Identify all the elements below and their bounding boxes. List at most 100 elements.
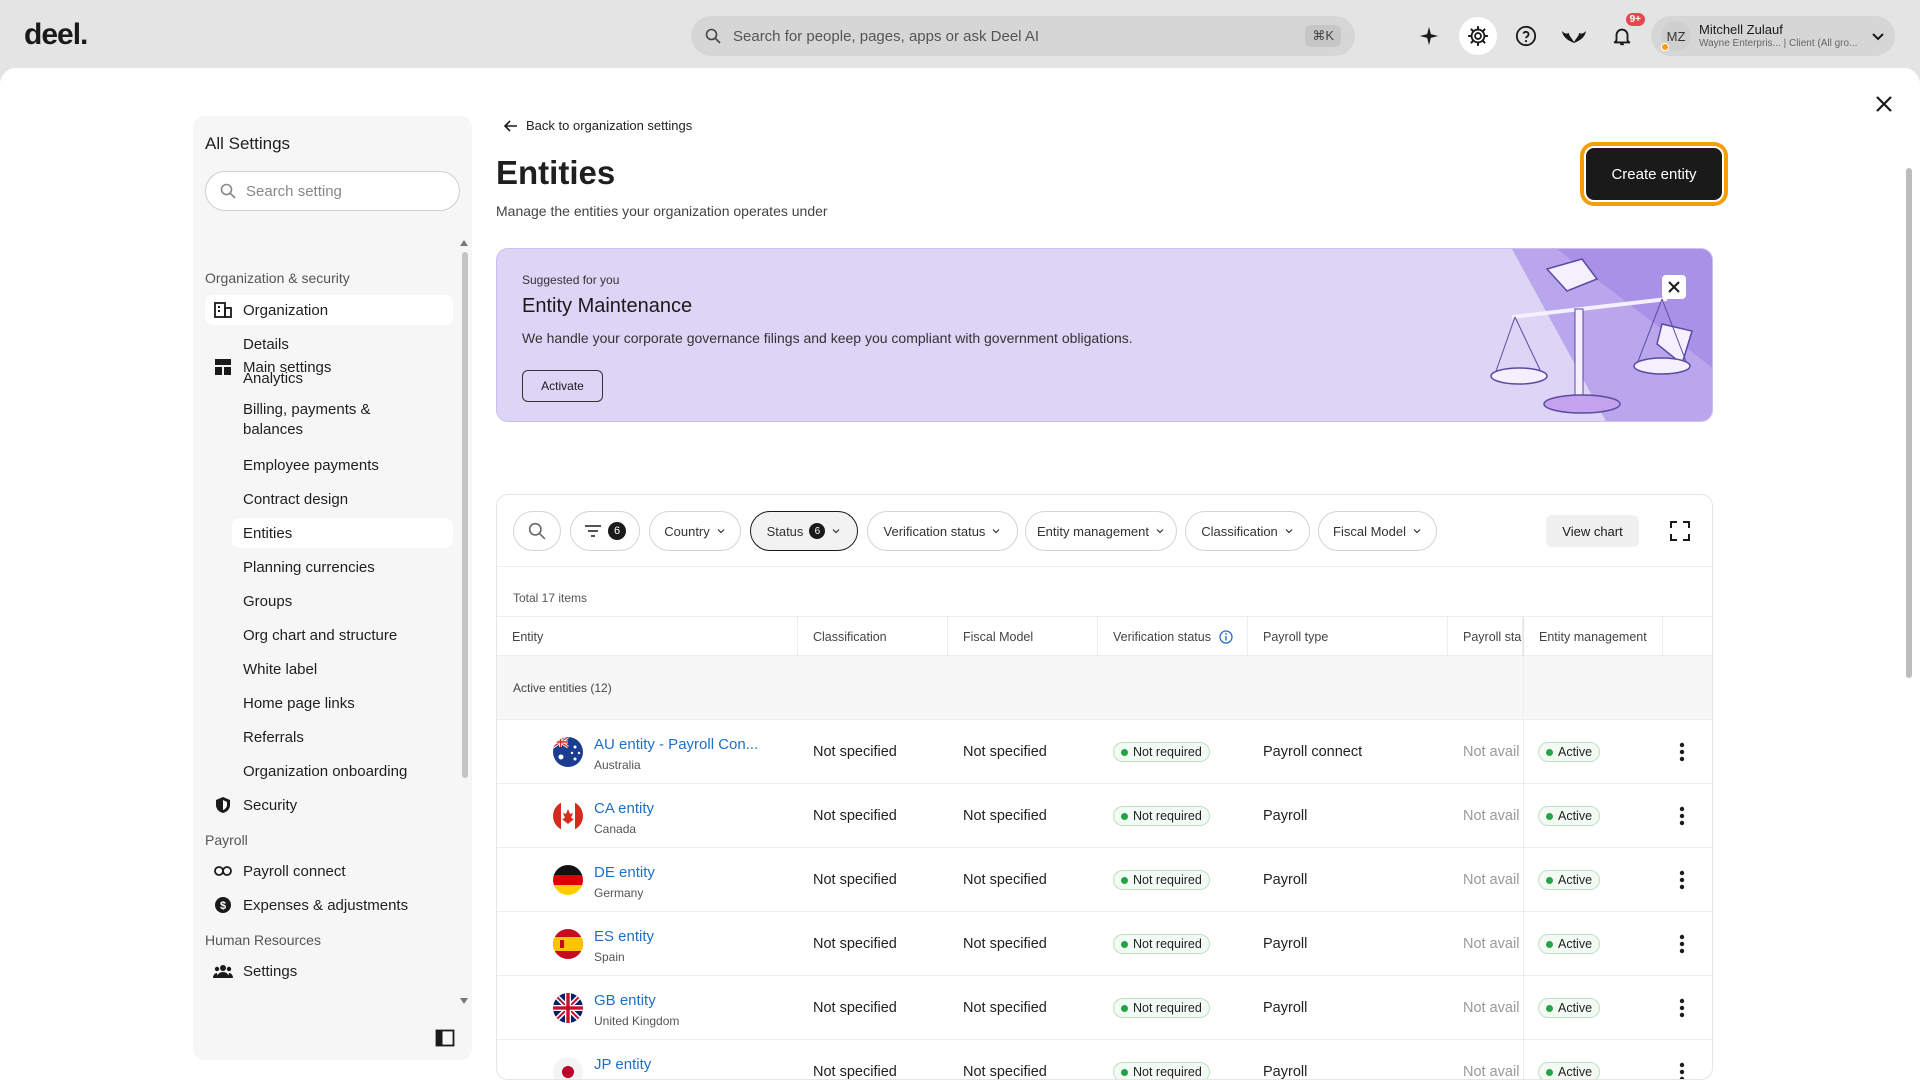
status-dot — [1546, 748, 1553, 756]
sidebar-item-details[interactable]: Details — [205, 329, 453, 359]
entity-name-link[interactable]: DE entity — [594, 864, 655, 881]
column-header-classification[interactable]: Classification — [798, 617, 948, 657]
sidebar-item-groups[interactable]: Groups — [205, 586, 453, 616]
deel-logo[interactable]: deel. — [24, 18, 88, 52]
entity-name-link[interactable]: JP entity — [594, 1056, 651, 1073]
sidebar-item-label: Entities — [243, 524, 293, 542]
group-row-active: Active entities (12) — [497, 656, 1712, 720]
row-actions-kebab-icon[interactable] — [1679, 870, 1685, 890]
filters-button[interactable]: 6 — [570, 511, 640, 551]
sidebar-scrollbar[interactable] — [460, 240, 468, 780]
user-menu[interactable]: MZ Mitchell Zulauf Wayne Enterpris... | … — [1651, 16, 1895, 56]
table-row[interactable]: CA entity Canada Not specified Not specifie… — [497, 784, 1712, 848]
row-actions-kebab-icon[interactable] — [1679, 998, 1685, 1018]
settings-button[interactable] — [1459, 17, 1497, 55]
scroll-up-arrow-icon[interactable] — [460, 240, 468, 246]
activate-button[interactable]: Activate — [522, 370, 603, 402]
table-row[interactable]: DE entity Germany Not specified Not specifi… — [497, 848, 1712, 912]
sidebar-item-billing[interactable]: Billing, payments & balances — [205, 398, 405, 442]
people-icon — [213, 965, 233, 978]
page-subtitle: Manage the entities your organization op… — [496, 203, 828, 219]
table-search-button[interactable] — [513, 511, 561, 551]
sidebar-collapse-icon[interactable] — [435, 1028, 455, 1048]
banner-title: Entity Maintenance — [522, 295, 693, 317]
cell-verification-status: Not required — [1098, 912, 1248, 976]
sidebar-item-contract-design[interactable]: Contract design — [205, 484, 453, 514]
chip-label: Status — [766, 523, 804, 539]
row-actions-kebab-icon[interactable] — [1679, 934, 1685, 954]
entity-name-link[interactable]: GB entity — [594, 992, 656, 1009]
sidebar-item-org-chart[interactable]: Org chart and structure — [205, 620, 453, 650]
sidebar-item-entities[interactable]: Entities — [232, 518, 453, 548]
column-header-fiscal-model[interactable]: Fiscal Model — [948, 617, 1098, 657]
fiscal-model-filter-chip[interactable]: Fiscal Model — [1318, 511, 1437, 551]
column-header-payroll-status[interactable]: Payroll sta — [1448, 617, 1523, 657]
cell-payroll-type: Payroll — [1263, 936, 1308, 952]
column-header-payroll-type[interactable]: Payroll type — [1248, 617, 1448, 657]
status-dot — [1546, 876, 1553, 884]
ai-sparkle-button[interactable] — [1410, 17, 1448, 55]
sidebar-item-home-page-links[interactable]: Home page links — [205, 688, 453, 718]
page-scrollbar[interactable] — [1906, 160, 1914, 680]
page-scroll-thumb[interactable] — [1906, 168, 1912, 678]
verification-status-filter-chip[interactable]: Verification status — [867, 511, 1018, 551]
entity-name-link[interactable]: CA entity — [594, 800, 654, 817]
table-row[interactable]: JP entityJapanNot specifiedNot specified… — [497, 1040, 1712, 1080]
help-button[interactable] — [1507, 17, 1545, 55]
row-actions-kebab-icon[interactable] — [1679, 742, 1685, 762]
scroll-down-arrow-icon[interactable] — [460, 998, 468, 1004]
sidebar-item-payroll-connect[interactable]: Payroll connect — [205, 856, 453, 886]
section-human-resources: Human Resources — [205, 932, 321, 948]
classification-filter-chip[interactable]: Classification — [1185, 511, 1310, 551]
back-to-org-settings-link[interactable]: Back to organization settings — [504, 118, 692, 133]
entity-name-link[interactable]: ES entity — [594, 928, 654, 945]
batman-button[interactable] — [1555, 17, 1593, 55]
sidebar-item-analytics[interactable]: Analytics — [205, 363, 453, 393]
sidebar-item-label: Planning currencies — [243, 558, 375, 576]
table-row[interactable]: AU entity - Payroll Con... Australia Not s… — [497, 720, 1712, 784]
sidebar-item-organization[interactable]: Organization — [205, 295, 453, 325]
japan-flag-icon — [553, 1057, 583, 1079]
sidebar-item-label: Analytics — [243, 369, 304, 387]
cell-payroll-type: Payroll — [1263, 1000, 1308, 1016]
column-header-entity[interactable]: Entity — [497, 617, 798, 657]
chevron-down-icon — [1156, 529, 1164, 534]
info-icon[interactable] — [1219, 630, 1233, 644]
avatar-status-dot — [1661, 43, 1669, 51]
column-header-verification-status[interactable]: Verification status — [1098, 617, 1248, 657]
sidebar-item-white-label[interactable]: White label — [205, 654, 453, 684]
sidebar-scroll-thumb[interactable] — [462, 252, 468, 778]
row-actions-kebab-icon[interactable] — [1679, 806, 1685, 826]
cell-classification: Not specified — [813, 744, 897, 760]
sidebar-item-planning-currencies[interactable]: Planning currencies — [205, 552, 453, 582]
create-entity-button[interactable]: Create entity — [1584, 146, 1724, 202]
pill-label: Not required — [1133, 745, 1202, 759]
notifications-button[interactable]: 9+ — [1603, 13, 1645, 55]
avatar: MZ — [1661, 21, 1691, 51]
close-icon[interactable] — [1872, 92, 1896, 116]
banner-close-button[interactable] — [1662, 275, 1686, 299]
setting-search-input[interactable]: Search setting — [205, 171, 460, 211]
status-filter-chip[interactable]: Status 6 — [750, 511, 858, 551]
entity-management-filter-chip[interactable]: Entity management — [1025, 511, 1177, 551]
table-row[interactable]: GB entity United Kingdom Not specified Not … — [497, 976, 1712, 1040]
row-actions-kebab-icon[interactable] — [1679, 1062, 1685, 1080]
sidebar-item-security[interactable]: Security — [205, 790, 453, 820]
sidebar-item-employee-payments[interactable]: Employee payments — [205, 450, 453, 480]
country-filter-chip[interactable]: Country — [649, 511, 741, 551]
sidebar-item-referrals[interactable]: Referrals — [205, 722, 453, 752]
sidebar-item-organization-onboarding[interactable]: Organization onboarding — [205, 756, 453, 786]
cell-entity-management: Active — [1523, 784, 1663, 848]
table-row[interactable]: ES entity Spain Not specified Not specified… — [497, 912, 1712, 976]
cell-fiscal-model: Not specified — [963, 1000, 1047, 1016]
column-header-entity-management[interactable]: Entity management — [1523, 617, 1663, 657]
pill-label: Active — [1558, 1065, 1593, 1079]
sidebar-item-hr-settings[interactable]: Settings — [205, 956, 453, 986]
arrow-left-icon — [504, 119, 517, 132]
sidebar-item-expenses[interactable]: $ Expenses & adjustments — [205, 890, 453, 920]
fullscreen-icon[interactable] — [1668, 519, 1692, 543]
cell-payroll-type: Payroll — [1263, 1064, 1308, 1080]
global-search[interactable]: Search for people, pages, apps or ask De… — [691, 16, 1355, 56]
entity-name-link[interactable]: AU entity - Payroll Con... — [594, 736, 758, 753]
view-chart-button[interactable]: View chart — [1546, 515, 1639, 547]
